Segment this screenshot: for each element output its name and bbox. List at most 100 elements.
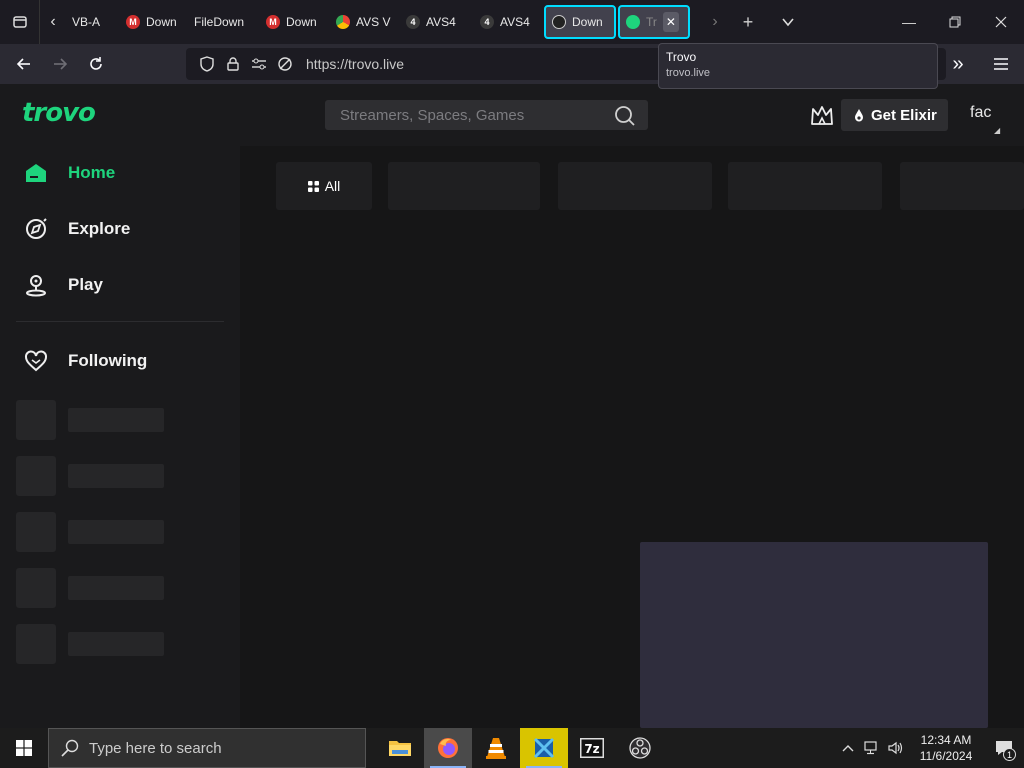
- svg-text:7z: 7z: [584, 742, 599, 756]
- tab-2[interactable]: M Down: [120, 5, 186, 39]
- tooltip-title: Trovo: [666, 50, 697, 64]
- chevron-up-icon: [842, 745, 854, 752]
- clock-date: 11/6/2024: [919, 749, 973, 763]
- get-elixir-button[interactable]: Get Elixir: [841, 99, 948, 131]
- tab-label: FileDown: [194, 15, 245, 29]
- back-button[interactable]: [6, 46, 42, 82]
- new-tab-button[interactable]: +: [728, 0, 768, 44]
- network-icon[interactable]: [860, 728, 884, 768]
- category-skeleton-chip: [728, 162, 882, 210]
- user-menu[interactable]: fac: [970, 104, 991, 122]
- avs4you-icon: 4: [480, 15, 494, 29]
- search-input[interactable]: [340, 106, 600, 124]
- sidebar-item-following[interactable]: Following: [24, 348, 147, 374]
- tab-7[interactable]: 4 AVS4: [474, 5, 542, 39]
- 7zip-icon: 7z: [580, 738, 604, 758]
- tabs-scroll-right-button[interactable]: ›: [702, 0, 728, 44]
- volume-icon[interactable]: [884, 728, 908, 768]
- tab-6[interactable]: 4 AVS4: [400, 5, 472, 39]
- obs-icon: [629, 737, 651, 759]
- sidebar: Home Explore Play Following: [0, 146, 240, 728]
- grid-icon: [307, 180, 319, 192]
- sidebar-item-label: Play: [68, 275, 103, 294]
- trovo-favicon-icon: [626, 15, 640, 29]
- tab-3[interactable]: FileDown: [188, 5, 258, 39]
- trovo-logo[interactable]: trovo: [22, 98, 96, 128]
- vlc-cone-icon: [486, 738, 506, 759]
- minimize-icon: —: [902, 14, 916, 30]
- tab-label: AVS V: [356, 15, 391, 29]
- tab-5[interactable]: AVS V: [330, 5, 398, 39]
- taskbar-search-box[interactable]: Type here to search: [48, 728, 366, 768]
- taskbar-obs[interactable]: [616, 728, 664, 768]
- firefox-view-button[interactable]: [0, 0, 40, 44]
- home-icon: [24, 161, 48, 185]
- taskbar-video-editor[interactable]: [520, 728, 568, 768]
- forward-button[interactable]: [42, 46, 78, 82]
- taskbar-vlc[interactable]: [472, 728, 520, 768]
- category-all-button[interactable]: All: [276, 162, 372, 210]
- trovo-header: trovo Get Elixir fac ◢: [0, 84, 1024, 146]
- chevron-right-icon: ›: [712, 13, 718, 30]
- tab-trovo[interactable]: Tr ✕: [618, 5, 690, 39]
- windows-logo-icon: [16, 740, 32, 756]
- double-chevron-right-icon: »: [952, 52, 964, 75]
- firefox-icon: [438, 738, 458, 758]
- tracking-protection-shield-icon[interactable]: [194, 56, 220, 72]
- tab-1[interactable]: VB-A: [66, 5, 118, 39]
- sidebar-item-play[interactable]: Play: [24, 272, 103, 298]
- minimize-button[interactable]: —: [886, 0, 932, 44]
- app-menu-button[interactable]: [978, 46, 1024, 82]
- folder-icon: [389, 741, 411, 756]
- restore-icon: [949, 16, 961, 28]
- permissions-icon[interactable]: [246, 58, 272, 70]
- autoplay-blocked-icon[interactable]: [272, 56, 298, 72]
- notification-count-badge: 1: [1003, 748, 1016, 761]
- taskbar-search-placeholder: Type here to search: [89, 739, 222, 757]
- taskbar-7zip[interactable]: 7z: [568, 728, 616, 768]
- sidebar-item-home[interactable]: Home: [24, 160, 115, 186]
- taskbar-clock[interactable]: 12:34 AM 11/6/2024: [908, 732, 984, 764]
- sidebar-item-explore[interactable]: Explore: [24, 216, 130, 242]
- system-tray: 12:34 AM 11/6/2024 1: [836, 728, 1024, 768]
- obs-icon: [552, 15, 566, 29]
- category-skeleton-chip: [558, 162, 712, 210]
- crown-icon[interactable]: [810, 104, 834, 126]
- arrow-right-icon: [54, 58, 68, 70]
- chrome-icon: [336, 15, 350, 29]
- sidebar-item-label: Home: [68, 163, 116, 182]
- action-center-button[interactable]: 1: [984, 728, 1024, 768]
- tab-strip: ‹ VB-A M Down FileDown M Down AVS V 4 AV…: [0, 0, 1024, 44]
- heart-icon: [24, 349, 48, 373]
- location-pin-icon: [24, 273, 48, 297]
- tooltip-url: trovo.live: [666, 67, 711, 79]
- list-all-tabs-button[interactable]: [768, 0, 808, 44]
- video-placeholder[interactable]: [640, 542, 988, 728]
- taskbar-file-explorer[interactable]: [376, 728, 424, 768]
- trovo-page: trovo Get Elixir fac ◢ Home: [0, 84, 1024, 728]
- restore-button[interactable]: [932, 0, 978, 44]
- tab-4[interactable]: M Down: [260, 5, 328, 39]
- tabs-scroll-left-button[interactable]: ‹: [40, 0, 66, 44]
- reload-button[interactable]: [78, 46, 114, 82]
- mega-icon: M: [266, 15, 280, 29]
- tab-label: Tr: [646, 15, 657, 29]
- clock-time: 12:34 AM: [920, 733, 972, 747]
- more-tools-button[interactable]: »: [938, 46, 978, 82]
- taskbar-firefox[interactable]: [424, 728, 472, 768]
- hamburger-menu-icon: [994, 58, 1008, 70]
- tab-8[interactable]: Down: [544, 5, 616, 39]
- sidebar-divider: [16, 321, 224, 322]
- search-icon[interactable]: [614, 105, 636, 127]
- close-window-button[interactable]: [978, 0, 1024, 44]
- start-button[interactable]: [0, 728, 48, 768]
- lock-icon[interactable]: [220, 57, 246, 71]
- get-elixir-label: Get Elixir: [871, 106, 937, 124]
- tab-close-button[interactable]: ✕: [662, 12, 679, 32]
- show-hidden-icons-button[interactable]: [836, 728, 860, 768]
- chevron-down-icon: [782, 18, 794, 27]
- tab-label: VB-A: [72, 15, 101, 29]
- search-box[interactable]: [325, 100, 648, 130]
- tab-label: Down: [146, 15, 177, 29]
- avs4you-icon: 4: [406, 15, 420, 29]
